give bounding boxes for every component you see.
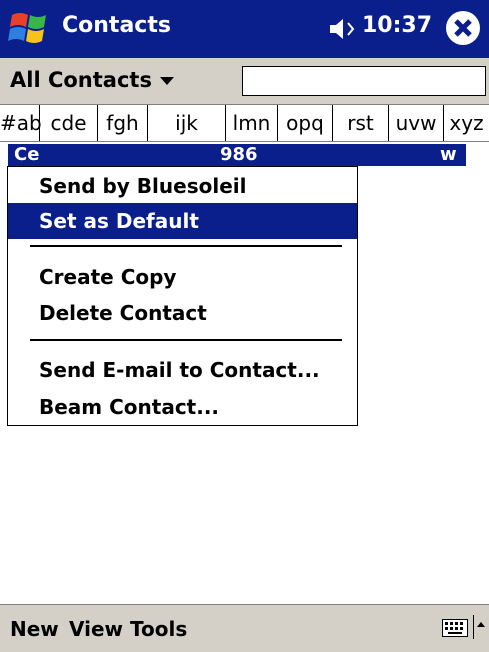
contact-name: Ce [14,144,40,165]
alpha-tab-rst[interactable]: rst [333,105,389,141]
menu-separator [30,245,342,247]
category-filter-label: All Contacts [10,68,152,92]
menu-item-delete-contact[interactable]: Delete Contact [8,295,357,331]
close-icon[interactable] [446,11,480,45]
alpha-tab-xyz[interactable]: xyz [444,105,489,141]
menu-separator [30,339,342,341]
alpha-tab-opq[interactable]: opq [278,105,333,141]
tools-menu[interactable]: Tools [130,617,187,641]
contact-row[interactable]: Ce 986 w [8,144,466,166]
search-input[interactable] [242,66,486,96]
volume-icon[interactable] [328,14,358,44]
alpha-tab-uvw[interactable]: uvw [389,105,444,141]
input-panel-arrow-icon[interactable] [473,615,488,639]
category-filter-dropdown[interactable]: All Contacts [10,68,174,92]
view-menu[interactable]: View [69,617,123,641]
chevron-down-icon [159,77,174,85]
menu-item-beam-contact[interactable]: Beam Contact... [8,389,357,425]
new-button[interactable]: New [10,617,59,641]
keyboard-icon[interactable] [442,619,468,637]
alpha-tab-ijk[interactable]: ijk [148,105,226,141]
title-bar: Contacts 10:37 [0,0,489,58]
clock[interactable]: 10:37 [362,13,432,38]
filter-bar: All Contacts [0,58,489,105]
alphabet-tabs: #ab cde fgh ijk lmn opq rst uvw xyz [0,105,489,142]
alpha-tab-ab[interactable]: #ab [0,105,42,141]
context-menu: Send by Bluesoleil Set as Default Create… [7,166,358,426]
menu-item-send-by-bluesoleil[interactable]: Send by Bluesoleil [8,168,357,204]
app-title: Contacts [62,13,171,38]
windows-start-icon[interactable] [8,9,52,49]
menu-item-send-email[interactable]: Send E-mail to Contact... [8,352,357,388]
alpha-tab-lmn[interactable]: lmn [226,105,278,141]
contact-number-type: w [440,144,457,165]
menu-item-set-as-default[interactable]: Set as Default [8,203,357,239]
contact-number: 986 [220,144,258,165]
alpha-tab-cde[interactable]: cde [40,105,98,141]
alpha-tab-fgh[interactable]: fgh [98,105,148,141]
menu-item-create-copy[interactable]: Create Copy [8,259,357,295]
command-bar: New View Tools [0,604,489,652]
